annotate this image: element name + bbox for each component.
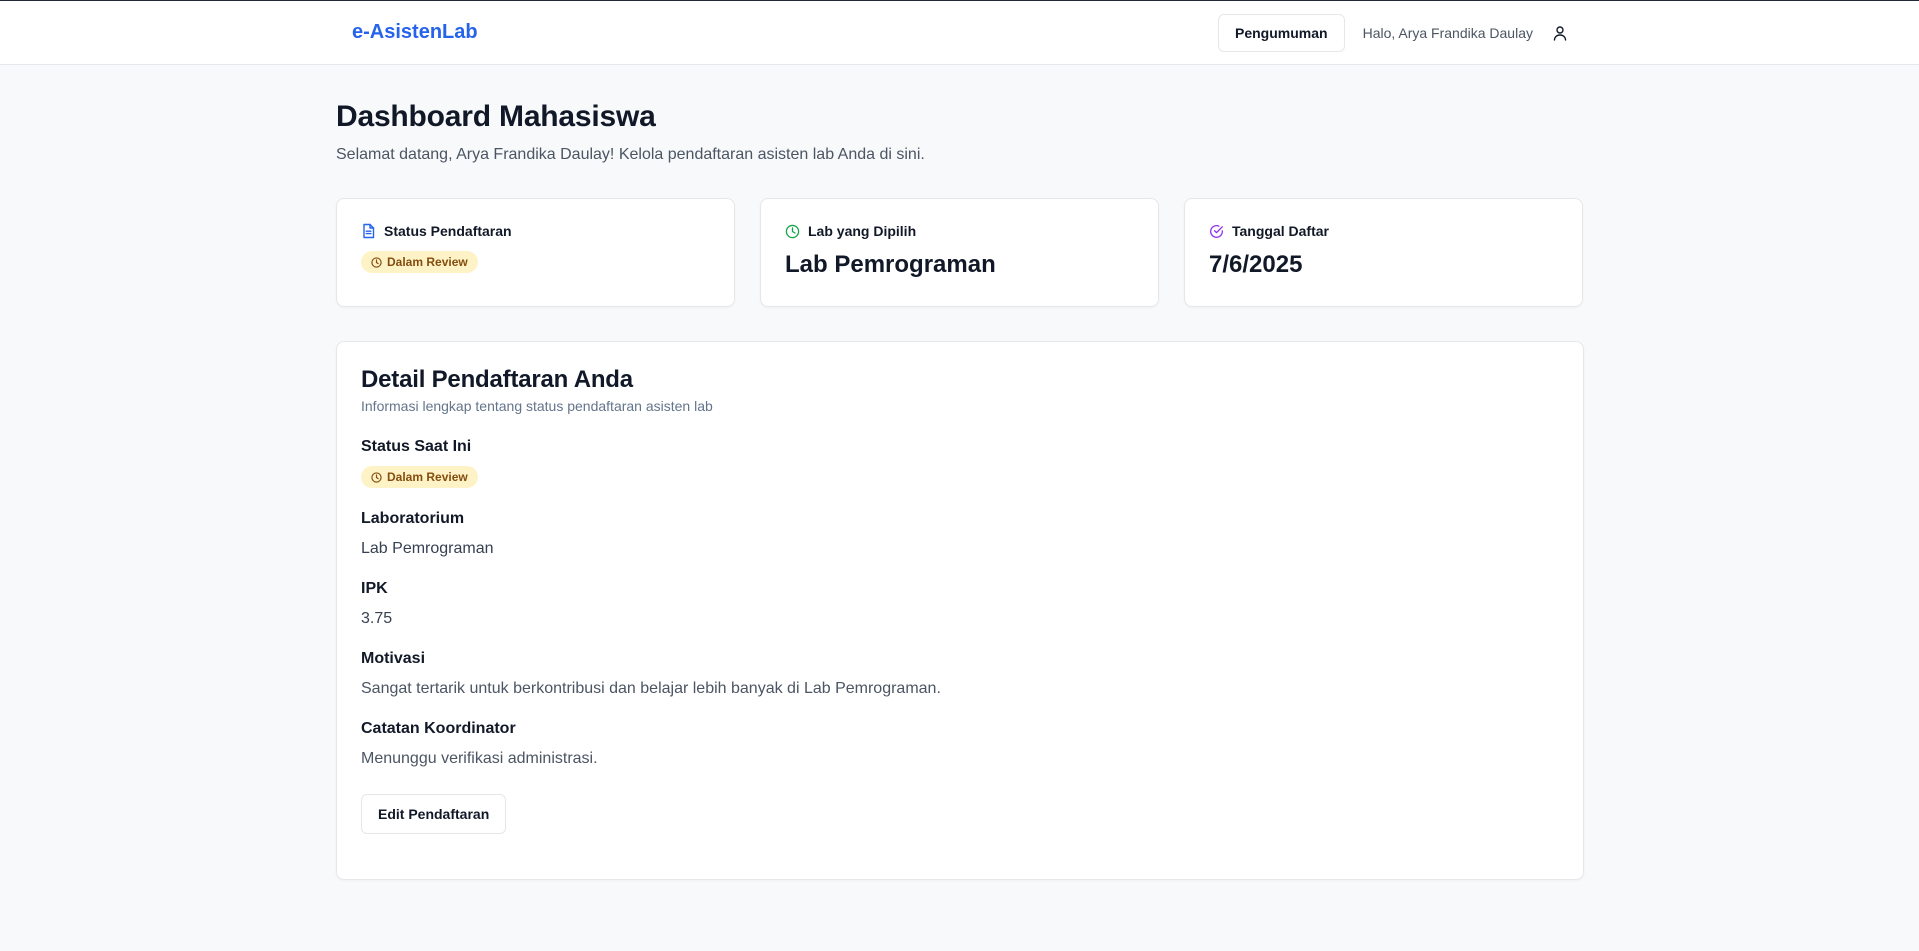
clock-icon	[785, 224, 800, 238]
brand-logo[interactable]: e-AsistenLab	[352, 21, 478, 44]
field-value: Lab Pemrograman	[361, 540, 494, 557]
field-label: IPK	[361, 580, 388, 597]
stat-value-date: 7/6/2025	[1209, 251, 1303, 278]
status-badge-label: Dalam Review	[387, 470, 468, 484]
field-status: Status Saat Ini Dalam Review	[361, 438, 1559, 488]
detail-title: Detail Pendaftaran Anda	[361, 366, 633, 393]
field-label: Laboratorium	[361, 510, 465, 527]
clock-icon	[371, 256, 382, 268]
field-label: Status Saat Ini	[361, 438, 472, 455]
status-badge-label: Dalam Review	[387, 255, 468, 269]
page-subtitle: Selamat datang, Arya Frandika Daulay! Ke…	[336, 146, 925, 163]
status-badge: Dalam Review	[361, 466, 478, 488]
stat-header: Status Pendaftaran	[361, 223, 710, 239]
stat-card-date: Tanggal Daftar 7/6/2025	[1184, 198, 1583, 307]
navbar-right: Pengumuman Halo, Arya Frandika Daulay	[1218, 14, 1567, 52]
field-value: 3.75	[361, 610, 393, 627]
stat-header: Tanggal Daftar	[1209, 223, 1558, 239]
stats-row: Status Pendaftaran Dalam Review Lab yang…	[336, 198, 1584, 307]
stat-card-status: Status Pendaftaran Dalam Review	[336, 198, 735, 307]
stat-card-lab: Lab yang Dipilih Lab Pemrograman	[760, 198, 1159, 307]
field-motivation: Motivasi Sangat tertarik untuk berkontri…	[361, 650, 1559, 698]
field-ipk: IPK 3.75	[361, 580, 1559, 628]
navbar: e-AsistenLab Pengumuman Halo, Arya Frand…	[0, 1, 1919, 65]
user-icon[interactable]	[1553, 25, 1567, 41]
status-badge: Dalam Review	[361, 251, 478, 273]
announcement-button[interactable]: Pengumuman	[1218, 14, 1345, 52]
field-value: Menunggu verifikasi administrasi.	[361, 750, 598, 767]
stat-label: Lab yang Dipilih	[808, 223, 917, 239]
user-greeting: Halo, Arya Frandika Daulay	[1362, 25, 1533, 41]
field-label: Motivasi	[361, 650, 426, 667]
field-value: Sangat tertarik untuk berkontribusi dan …	[361, 680, 941, 697]
file-icon	[363, 223, 375, 239]
detail-description: Informasi lengkap tentang status pendaft…	[361, 398, 713, 414]
stat-label: Tanggal Daftar	[1232, 223, 1329, 239]
field-laboratory: Laboratorium Lab Pemrograman	[361, 510, 1559, 558]
field-label: Catatan Koordinator	[361, 720, 516, 737]
stat-label: Status Pendaftaran	[384, 223, 512, 239]
page-title: Dashboard Mahasiswa	[336, 100, 656, 133]
clock-icon	[371, 471, 382, 483]
check-circle-icon	[1210, 224, 1223, 238]
stat-value-lab: Lab Pemrograman	[785, 251, 996, 278]
registration-detail-card: Detail Pendaftaran Anda Informasi lengka…	[336, 341, 1584, 880]
edit-registration-button[interactable]: Edit Pendaftaran	[361, 794, 507, 834]
field-coordinator-note: Catatan Koordinator Menunggu verifikasi …	[361, 720, 1559, 768]
stat-header: Lab yang Dipilih	[785, 223, 1134, 239]
